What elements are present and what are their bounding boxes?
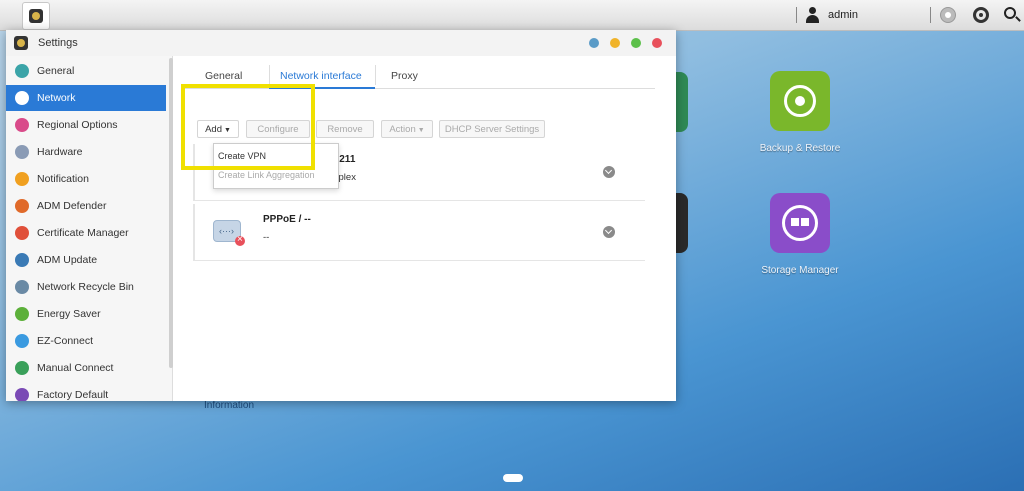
- annotation-highlight-box: [181, 84, 315, 170]
- certificate-icon: [15, 226, 29, 240]
- general-icon: [15, 64, 29, 78]
- interface-subtitle: --: [263, 232, 270, 243]
- help-button[interactable]: [589, 38, 599, 48]
- sidebar-item-label: Regional Options: [37, 119, 118, 131]
- manual-connect-icon: [15, 361, 29, 375]
- defender-icon: [15, 199, 29, 213]
- tab-network-interface[interactable]: Network interface: [280, 70, 362, 82]
- sidebar-item-label: EZ-Connect: [37, 335, 94, 347]
- globe-icon: [15, 118, 29, 132]
- sidebar-item-label: Network: [37, 92, 76, 104]
- user-name[interactable]: admin: [828, 9, 858, 21]
- sidebar-item-label: Certificate Manager: [37, 227, 129, 239]
- settings-app-icon: [14, 36, 28, 50]
- cloud-icon: [15, 334, 29, 348]
- menu-item-create-link-aggregation: Create Link Aggregation: [218, 170, 315, 180]
- sidebar-item-regional-options[interactable]: Regional Options: [6, 112, 166, 138]
- sidebar-item-energy-saver[interactable]: Energy Saver: [6, 301, 166, 327]
- sidebar-item-label: Network Recycle Bin: [37, 281, 134, 293]
- sidebar-item-label: ADM Update: [37, 254, 98, 266]
- interface-row[interactable]: ‹···› PPPoE / -- --: [193, 204, 645, 261]
- sidebar-item-label: Manual Connect: [37, 362, 114, 374]
- hardware-icon: [15, 145, 29, 159]
- desktop-app-storage-manager[interactable]: Storage Manager: [750, 193, 850, 276]
- user-icon[interactable]: [805, 7, 819, 23]
- maximize-button[interactable]: [631, 38, 641, 48]
- sidebar-item-manual-connect[interactable]: Manual Connect: [6, 355, 166, 381]
- window-title: Settings: [38, 37, 78, 49]
- dhcp-server-settings-button[interactable]: DHCP Server Settings: [439, 120, 545, 138]
- tab-divider: [375, 65, 376, 85]
- dock-handle[interactable]: [503, 474, 523, 482]
- sidebar-item-label: Energy Saver: [37, 308, 101, 320]
- recycle-bin-icon: [15, 280, 29, 294]
- taskbar-divider: [930, 7, 931, 23]
- notification-icon: [15, 172, 29, 186]
- taskbar-divider: [796, 7, 797, 23]
- sidebar-item-label: General: [37, 65, 75, 77]
- sidebar-item-adm-update[interactable]: ADM Update: [6, 247, 166, 273]
- sidebar-item-ez-connect[interactable]: EZ-Connect: [6, 328, 166, 354]
- minimize-button[interactable]: [610, 38, 620, 48]
- factory-default-icon: [15, 388, 29, 401]
- sidebar-item-label: Hardware: [37, 146, 83, 158]
- sidebar-item-network-recycle-bin[interactable]: Network Recycle Bin: [6, 274, 166, 300]
- sidebar-item-general[interactable]: General: [6, 58, 166, 84]
- sidebar: General Network Regional Options Hardware No…: [6, 56, 173, 401]
- desktop-app-tile-partial[interactable]: [676, 193, 688, 253]
- sidebar-item-network[interactable]: Network: [6, 85, 166, 111]
- notification-icon[interactable]: [940, 7, 956, 23]
- sidebar-item-label: ADM Defender: [37, 200, 107, 212]
- chevron-down-icon: ▼: [417, 127, 425, 134]
- sync-icon[interactable]: [973, 7, 989, 23]
- desktop-hidden-label: Information: [204, 400, 255, 411]
- sidebar-item-factory-default[interactable]: Factory Default: [6, 382, 166, 401]
- remove-button[interactable]: Remove: [316, 120, 374, 138]
- taskbar: admin: [0, 0, 1024, 31]
- backup-restore-icon: [770, 71, 830, 131]
- sidebar-item-label: Factory Default: [37, 389, 109, 401]
- update-icon: [15, 253, 29, 267]
- tab-general[interactable]: General: [205, 70, 242, 82]
- network-icon: [15, 91, 29, 105]
- sidebar-item-label: Notification: [37, 173, 89, 185]
- action-button[interactable]: Action ▼: [381, 120, 433, 138]
- tab-divider: [269, 65, 270, 85]
- desktop-app-backup-restore[interactable]: Backup & Restore: [750, 71, 850, 154]
- storage-manager-icon: [770, 193, 830, 253]
- expand-icon[interactable]: [603, 226, 615, 238]
- search-icon[interactable]: [1004, 7, 1016, 19]
- sidebar-item-adm-defender[interactable]: ADM Defender: [6, 193, 166, 219]
- window-titlebar[interactable]: Settings: [6, 30, 676, 57]
- desktop-app-label: Storage Manager: [761, 265, 839, 276]
- close-button[interactable]: [652, 38, 662, 48]
- action-button-label: Action: [389, 124, 416, 135]
- sidebar-item-hardware[interactable]: Hardware: [6, 139, 166, 165]
- energy-icon: [15, 307, 29, 321]
- desktop-app-label: Backup & Restore: [759, 143, 841, 154]
- expand-icon[interactable]: [603, 166, 615, 178]
- tab-proxy[interactable]: Proxy: [391, 70, 418, 82]
- sidebar-item-certificate-manager[interactable]: Certificate Manager: [6, 220, 166, 246]
- disconnected-status-icon: [235, 234, 245, 246]
- interface-title: PPPoE / --: [263, 214, 311, 225]
- sidebar-item-notification[interactable]: Notification: [6, 166, 166, 192]
- app-launcher-icon[interactable]: [22, 2, 50, 30]
- settings-window: Settings General Network Regional Options H…: [6, 30, 676, 401]
- desktop-app-tile-partial[interactable]: [676, 72, 688, 132]
